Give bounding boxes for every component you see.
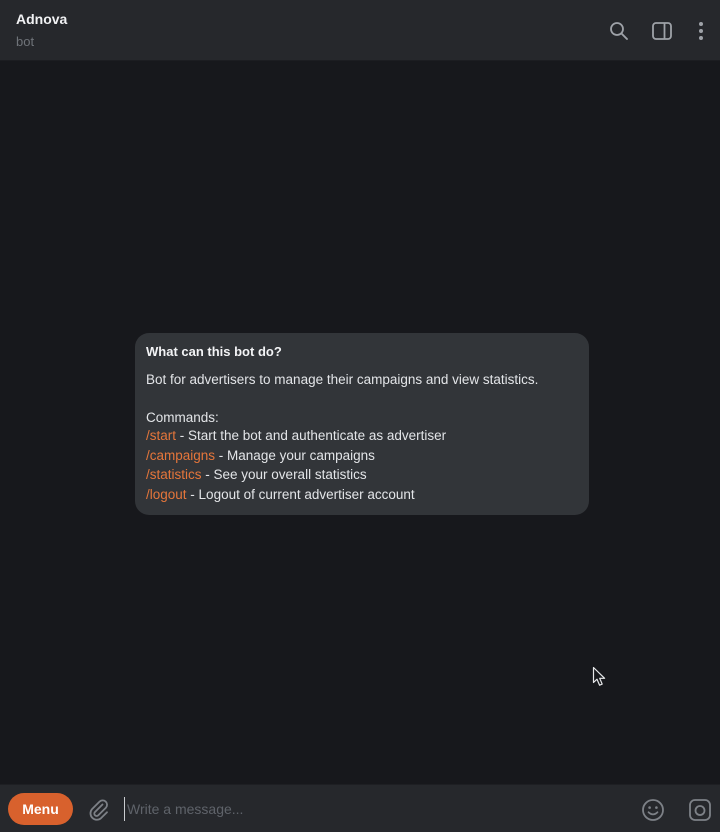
bot-menu-button[interactable]: Menu [8, 793, 73, 825]
command-line: /logout - Logout of current advertiser a… [146, 485, 578, 505]
search-button[interactable] [606, 18, 632, 44]
camera-button[interactable] [686, 796, 713, 823]
command-campaigns-link[interactable]: /campaigns [146, 448, 215, 463]
command-separator: - [215, 447, 228, 463]
command-description: Manage your campaigns [227, 447, 375, 463]
intro-description: Bot for advertisers to manage their camp… [146, 372, 539, 387]
chat-title[interactable]: Adnova [16, 11, 67, 27]
command-description: See your overall statistics [213, 467, 367, 482]
command-start-link[interactable]: /start [146, 428, 176, 443]
command-logout-link[interactable]: /logout [146, 487, 187, 502]
attach-button[interactable] [84, 795, 112, 823]
command-line: /campaigns - Manage your campaigns [146, 446, 578, 466]
command-line: /statistics - See your overall statistic… [146, 465, 578, 485]
sidebar-toggle-button[interactable] [649, 18, 675, 44]
intro-title: What can this bot do? [146, 344, 282, 359]
command-description: Start the bot and authenticate as advert… [188, 428, 447, 443]
command-statistics-link[interactable]: /statistics [146, 467, 202, 482]
commands-heading: Commands: [146, 410, 219, 425]
telegram-chat-window: Adnova bot What can this bot do? Bot for… [0, 0, 720, 832]
chat-subtitle: bot [16, 34, 35, 49]
mouse-pointer-icon [592, 666, 606, 686]
chat-header: Adnova bot [0, 0, 720, 61]
command-separator: - [201, 467, 214, 482]
command-separator: - [176, 428, 189, 443]
bot-intro-card: What can this bot do? Bot for advertiser… [135, 333, 589, 515]
command-separator: - [186, 486, 199, 502]
command-description: Logout of current advertiser account [198, 486, 415, 502]
command-line: /start - Start the bot and authenticate … [146, 426, 578, 446]
more-options-button[interactable] [688, 18, 714, 44]
attach-icon [89, 799, 108, 821]
search-icon [610, 22, 628, 40]
message-composer: Menu [0, 784, 720, 832]
message-input[interactable] [124, 797, 624, 821]
camera-icon [688, 798, 711, 821]
more-vertical-icon [699, 22, 703, 40]
sidebar-icon [652, 22, 672, 40]
message-area[interactable]: What can this bot do? Bot for advertiser… [0, 62, 720, 784]
emoji-icon [641, 798, 664, 821]
emoji-button[interactable] [639, 796, 666, 823]
